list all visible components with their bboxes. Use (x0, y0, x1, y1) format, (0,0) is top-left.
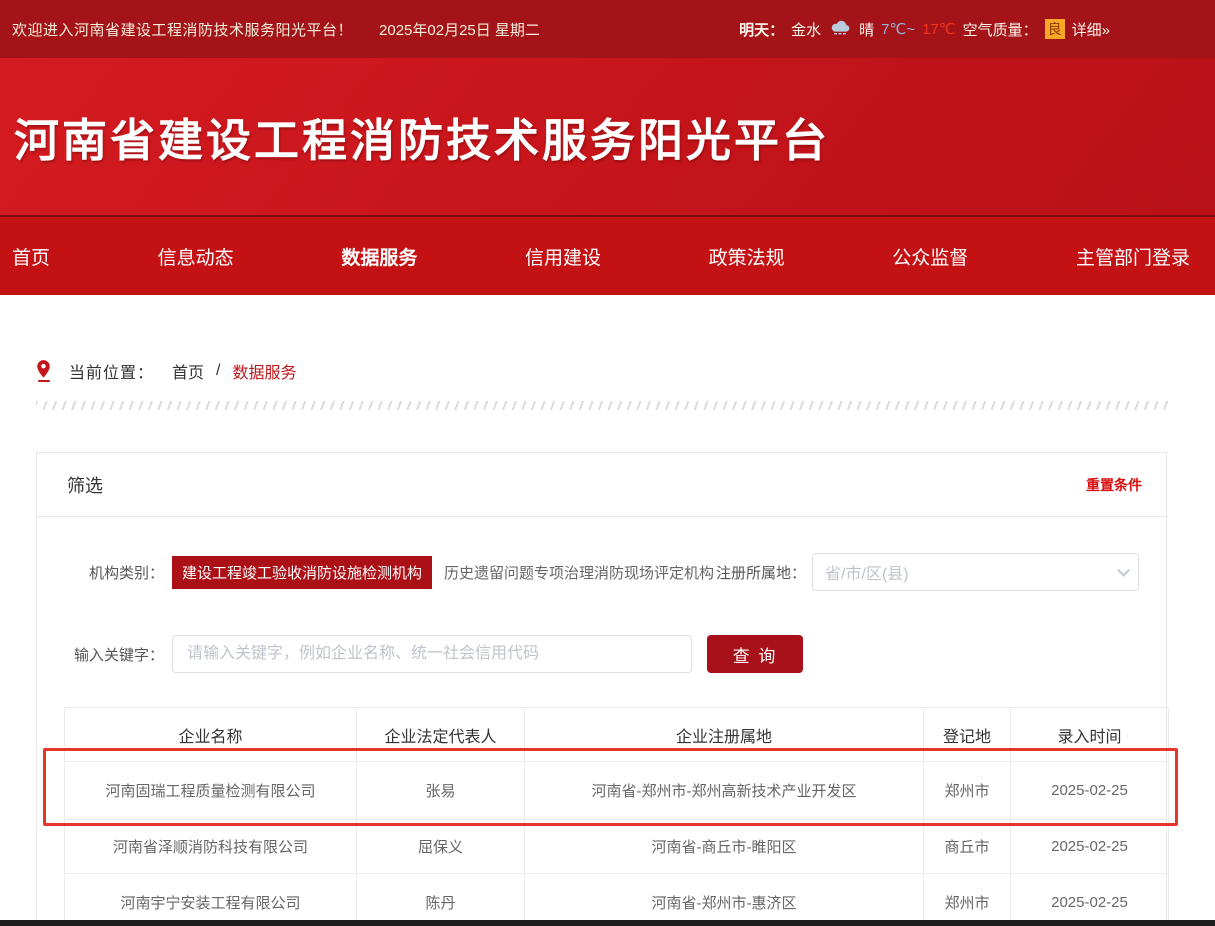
region-filter-group: 注册所属地： 省/市/区(县) (716, 553, 1139, 591)
weather-condition: 晴 (859, 19, 874, 40)
keyword-label: 输入关键字： (64, 644, 164, 665)
category-options: 建设工程竣工验收消防设施检测机构历史遗留问题专项治理消防现场评定机构 (164, 556, 716, 589)
cloud-icon (828, 19, 852, 40)
page: 欢迎进入河南省建设工程消防技术服务阳光平台！ 2025年02月25日 星期二 明… (0, 0, 1215, 926)
temp-high: 17℃ (922, 20, 956, 38)
nav-item-4[interactable]: 信用建设 (525, 243, 601, 270)
table-cell: 郑州市 (924, 762, 1011, 820)
table-cell: 张易 (357, 762, 525, 820)
table-row[interactable]: 河南省泽顺消防科技有限公司屈保义河南省-商丘市-睢阳区商丘市2025-02-25 (65, 820, 1169, 874)
table-cell: 河南省-商丘市-睢阳区 (525, 820, 924, 874)
table-cell: 商丘市 (924, 820, 1011, 874)
temp-low: 7℃~ (881, 20, 915, 38)
main-nav: 首页 信息动态 数据服务 信用建设 政策法规 公众监督 主管部门登录 (0, 215, 1215, 295)
topbar: 欢迎进入河南省建设工程消防技术服务阳光平台！ 2025年02月25日 星期二 明… (0, 0, 1215, 58)
table-body: 河南固瑞工程质量检测有限公司张易河南省-郑州市-郑州高新技术产业开发区郑州市20… (65, 762, 1169, 926)
nav-item-2[interactable]: 信息动态 (158, 243, 234, 270)
reset-conditions-link[interactable]: 重置条件 (1086, 475, 1142, 495)
column-header: 录入时间 (1011, 708, 1169, 762)
bottom-strip (0, 920, 1215, 926)
region-select-placeholder: 省/市/区(县) (825, 560, 909, 584)
breadcrumb-separator: / (216, 362, 220, 380)
table-cell: 2025-02-25 (1011, 762, 1169, 820)
nav-item-6[interactable]: 公众监督 (892, 243, 968, 270)
aqi-badge: 良 (1045, 19, 1065, 39)
table-cell: 2025-02-25 (1011, 820, 1169, 874)
keyword-filter-row: 输入关键字： 查 询 (64, 635, 1139, 673)
nav-item-3[interactable]: 数据服务 (341, 243, 417, 270)
table-cell: 2025-02-25 (1011, 874, 1169, 926)
aqi-label: 空气质量： (963, 19, 1038, 40)
nav-item-5[interactable]: 政策法规 (709, 243, 785, 270)
region-select[interactable]: 省/市/区(县) (812, 553, 1139, 591)
table-header-row: 企业名称企业法定代表人企业注册属地登记地录入时间 (65, 708, 1169, 762)
table-cell: 郑州市 (924, 874, 1011, 926)
search-button[interactable]: 查 询 (707, 635, 803, 673)
table-cell: 河南宇宁安装工程有限公司 (65, 874, 357, 926)
keyword-input[interactable] (172, 635, 692, 673)
table-row[interactable]: 河南固瑞工程质量检测有限公司张易河南省-郑州市-郑州高新技术产业开发区郑州市20… (65, 762, 1169, 820)
slash-divider (36, 401, 1171, 410)
location-pin-icon (36, 360, 51, 382)
table-cell: 河南省-郑州市-郑州高新技术产业开发区 (525, 762, 924, 820)
category-label: 机构类别： (64, 562, 164, 583)
column-header: 企业注册属地 (525, 708, 924, 762)
results-table-wrap: 企业名称企业法定代表人企业注册属地登记地录入时间 河南固瑞工程质量检测有限公司张… (64, 707, 1139, 926)
breadcrumb: 当前位置： 首页 / 数据服务 (36, 359, 1179, 383)
breadcrumb-current[interactable]: 数据服务 (232, 359, 296, 383)
date-text: 2025年02月25日 星期二 (379, 19, 540, 40)
weather-detail-link[interactable]: 详细» (1072, 19, 1110, 40)
weather-district: 金水 (791, 19, 821, 40)
column-header: 企业名称 (65, 708, 357, 762)
site-title: 河南省建设工程消防技术服务阳光平台 (0, 104, 830, 169)
category-option-2[interactable]: 历史遗留问题专项治理消防现场评定机构 (442, 556, 716, 589)
table-cell: 屈保义 (357, 820, 525, 874)
nav-item-7[interactable]: 主管部门登录 (1076, 243, 1190, 270)
nav-items: 首页 信息动态 数据服务 信用建设 政策法规 公众监督 主管部门登录 (0, 243, 1215, 270)
filter-card-body: 机构类别： 建设工程竣工验收消防设施检测机构历史遗留问题专项治理消防现场评定机构… (37, 517, 1166, 926)
results-table: 企业名称企业法定代表人企业注册属地登记地录入时间 河南固瑞工程质量检测有限公司张… (64, 707, 1169, 926)
filter-card-header: 筛选 重置条件 (37, 453, 1166, 517)
chevron-down-icon (1117, 564, 1130, 577)
region-label: 注册所属地： (716, 562, 806, 583)
site-banner: 河南省建设工程消防技术服务阳光平台 (0, 58, 1215, 215)
column-header: 企业法定代表人 (357, 708, 525, 762)
column-header: 登记地 (924, 708, 1011, 762)
breadcrumb-home[interactable]: 首页 (172, 359, 204, 383)
weather-tomorrow-label: 明天： (739, 19, 784, 40)
category-option-1[interactable]: 建设工程竣工验收消防设施检测机构 (172, 556, 432, 589)
filter-title: 筛选 (67, 472, 103, 498)
welcome-text: 欢迎进入河南省建设工程消防技术服务阳光平台！ (12, 19, 353, 40)
nav-item-1[interactable]: 首页 (12, 243, 50, 270)
table-cell: 河南固瑞工程质量检测有限公司 (65, 762, 357, 820)
breadcrumb-label: 当前位置： (69, 359, 154, 383)
table-row[interactable]: 河南宇宁安装工程有限公司陈丹河南省-郑州市-惠济区郑州市2025-02-25 (65, 874, 1169, 926)
table-cell: 河南省-郑州市-惠济区 (525, 874, 924, 926)
weather-widget: 明天： 金水 晴 7℃~ 17℃ 空气质量： 良 详细» (739, 19, 1110, 40)
table-cell: 河南省泽顺消防科技有限公司 (65, 820, 357, 874)
table-cell: 陈丹 (357, 874, 525, 926)
filter-card: 筛选 重置条件 机构类别： 建设工程竣工验收消防设施检测机构历史遗留问题专项治理… (36, 452, 1167, 926)
category-filter-row: 机构类别： 建设工程竣工验收消防设施检测机构历史遗留问题专项治理消防现场评定机构… (64, 553, 1139, 591)
